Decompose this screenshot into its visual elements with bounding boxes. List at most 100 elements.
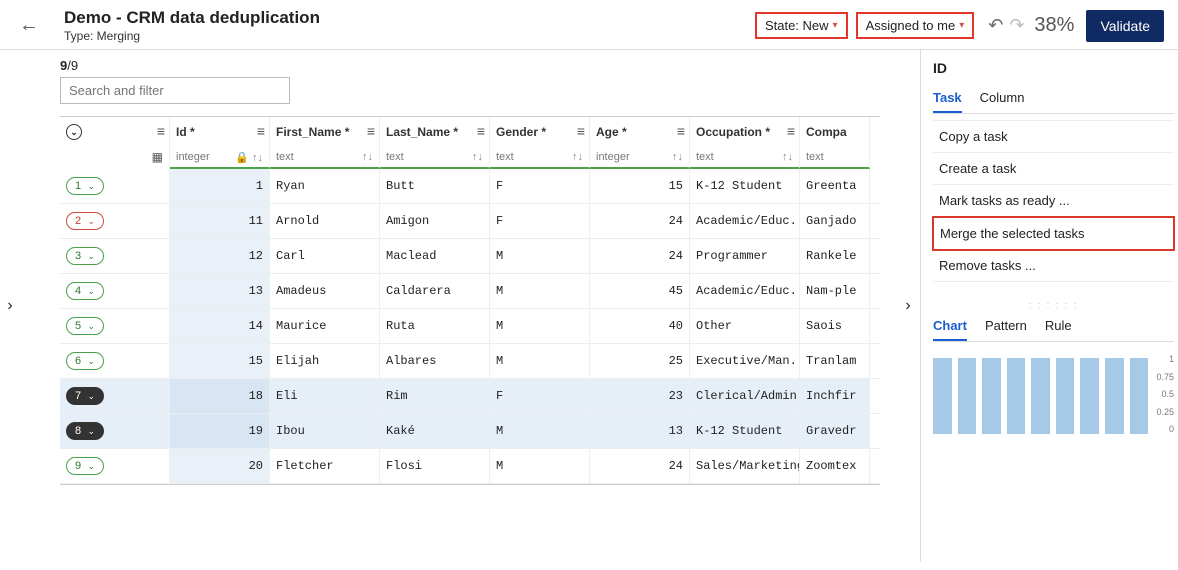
task-pill[interactable]: 1⌄ [66,177,104,195]
cell-last-name[interactable]: Amigon [380,204,490,238]
state-dropdown[interactable]: State: New ▾ [755,12,848,39]
cell-age[interactable]: 25 [590,344,690,378]
drag-handle-icon[interactable]: : : : : : : [933,300,1174,310]
action-mark-ready[interactable]: Mark tasks as ready ... [933,185,1174,217]
cell-id[interactable]: 11 [170,204,270,238]
cell-last-name[interactable]: Rim [380,379,490,413]
cell-last-name[interactable]: Kaké [380,414,490,448]
cell-id[interactable]: 14 [170,309,270,343]
cell-first-name[interactable]: Ryan [270,169,380,203]
tab-rule[interactable]: Rule [1045,314,1072,341]
redo-icon[interactable]: ↷ [1009,15,1024,36]
column-header-last-name[interactable]: Last_Name *≡ [380,117,490,147]
column-header-gender[interactable]: Gender *≡ [490,117,590,147]
cell-company[interactable]: Inchfir [800,379,870,413]
cell-age[interactable]: 15 [590,169,690,203]
action-merge-tasks[interactable]: Merge the selected tasks [932,216,1175,251]
cell-gender[interactable]: M [490,309,590,343]
column-header-company[interactable]: Compa [800,117,870,147]
cell-id[interactable]: 15 [170,344,270,378]
table-row[interactable]: 9⌄ 20FletcherFlosiM24Sales/MarketingZoomt… [60,449,880,484]
cell-id[interactable]: 20 [170,449,270,483]
cell-occupation[interactable]: Executive/Man... [690,344,800,378]
table-row[interactable]: 8⌄19IbouKakéM13K-12 StudentGravedr [60,414,880,449]
column-menu-icon[interactable]: ≡ [477,123,485,139]
chevron-right-icon[interactable]: › [905,297,910,315]
column-menu-icon[interactable]: ≡ [677,123,685,139]
cell-gender[interactable]: M [490,239,590,273]
cell-age[interactable]: 45 [590,274,690,308]
cell-last-name[interactable]: Caldarera [380,274,490,308]
cell-occupation[interactable]: Academic/Educ... [690,204,800,238]
column-menu-icon[interactable]: ≡ [257,123,265,139]
cell-age[interactable]: 24 [590,204,690,238]
cell-last-name[interactable]: Albares [380,344,490,378]
table-row[interactable]: 4⌄13AmadeusCaldareraM45Academic/Educ...N… [60,274,880,309]
column-menu-icon[interactable]: ≡ [787,123,795,139]
cell-occupation[interactable]: Academic/Educ... [690,274,800,308]
cell-first-name[interactable]: Elijah [270,344,380,378]
cell-company[interactable]: Zoomtex [800,449,870,483]
cell-occupation[interactable]: Other [690,309,800,343]
cell-first-name[interactable]: Eli [270,379,380,413]
task-pill[interactable]: 5⌄ [66,317,104,335]
table-row[interactable]: 3⌄12CarlMacleadM24ProgrammerRankele [60,239,880,274]
cell-last-name[interactable]: Flosi [380,449,490,483]
expand-all-icon[interactable]: ⌄ [66,124,82,140]
cell-last-name[interactable]: Ruta [380,309,490,343]
cell-age[interactable]: 13 [590,414,690,448]
chevron-right-icon[interactable]: › [7,297,12,315]
cell-occupation[interactable]: K-12 Student [690,169,800,203]
cell-id[interactable]: 18 [170,379,270,413]
cell-id[interactable]: 1 [170,169,270,203]
table-row[interactable]: 5⌄14MauriceRutaM40OtherSaois [60,309,880,344]
cell-occupation[interactable]: Clerical/Admin [690,379,800,413]
cell-gender[interactable]: F [490,379,590,413]
table-row[interactable]: 6⌄15ElijahAlbaresM25Executive/Man...Tran… [60,344,880,379]
cell-last-name[interactable]: Maclead [380,239,490,273]
cell-first-name[interactable]: Maurice [270,309,380,343]
sort-icon[interactable]: ↑↓ [672,151,683,163]
task-pill[interactable]: 6⌄ [66,352,104,370]
table-row[interactable]: 1⌄1RyanButtF15K-12 StudentGreenta [60,169,880,204]
search-input[interactable] [60,77,290,104]
column-header-first-name[interactable]: First_Name *≡ [270,117,380,147]
cell-company[interactable]: Ganjado [800,204,870,238]
cell-occupation[interactable]: Programmer [690,239,800,273]
lock-sort-icon[interactable]: 🔒 ↑↓ [235,151,263,164]
cell-occupation[interactable]: K-12 Student [690,414,800,448]
sort-icon[interactable]: ↑↓ [782,151,793,163]
cell-company[interactable]: Saois [800,309,870,343]
column-header-occupation[interactable]: Occupation *≡ [690,117,800,147]
action-create-task[interactable]: Create a task [933,153,1174,185]
column-menu-icon[interactable]: ≡ [157,123,165,139]
cell-gender[interactable]: F [490,169,590,203]
cell-first-name[interactable]: Arnold [270,204,380,238]
cell-gender[interactable]: M [490,449,590,483]
table-row[interactable]: 2⌄11ArnoldAmigonF24Academic/Educ...Ganja… [60,204,880,239]
tab-task[interactable]: Task [933,86,962,113]
task-pill[interactable]: 9⌄ [66,457,104,475]
sort-icon[interactable]: ↑↓ [472,151,483,163]
task-pill[interactable]: 3⌄ [66,247,104,265]
sort-icon[interactable]: ↑↓ [362,151,373,163]
table-row[interactable]: 7⌄18EliRimF23Clerical/AdminInchfir [60,379,880,414]
task-pill[interactable]: 2⌄ [66,212,104,230]
cell-age[interactable]: 24 [590,239,690,273]
task-pill[interactable]: 4⌄ [66,282,104,300]
tab-column[interactable]: Column [980,86,1025,113]
task-pill[interactable]: 7⌄ [66,387,104,405]
cell-first-name[interactable]: Fletcher [270,449,380,483]
cell-company[interactable]: Nam-ple [800,274,870,308]
cell-occupation[interactable]: Sales/Marketing [690,449,800,483]
cell-first-name[interactable]: Amadeus [270,274,380,308]
tab-pattern[interactable]: Pattern [985,314,1027,341]
column-menu-icon[interactable]: ≡ [367,123,375,139]
cell-age[interactable]: 24 [590,449,690,483]
sort-icon[interactable]: ↑↓ [572,151,583,163]
assigned-dropdown[interactable]: Assigned to me ▾ [856,12,975,39]
cell-first-name[interactable]: Ibou [270,414,380,448]
cell-last-name[interactable]: Butt [380,169,490,203]
back-arrow-icon[interactable]: ← [14,14,44,37]
tab-chart[interactable]: Chart [933,314,967,341]
